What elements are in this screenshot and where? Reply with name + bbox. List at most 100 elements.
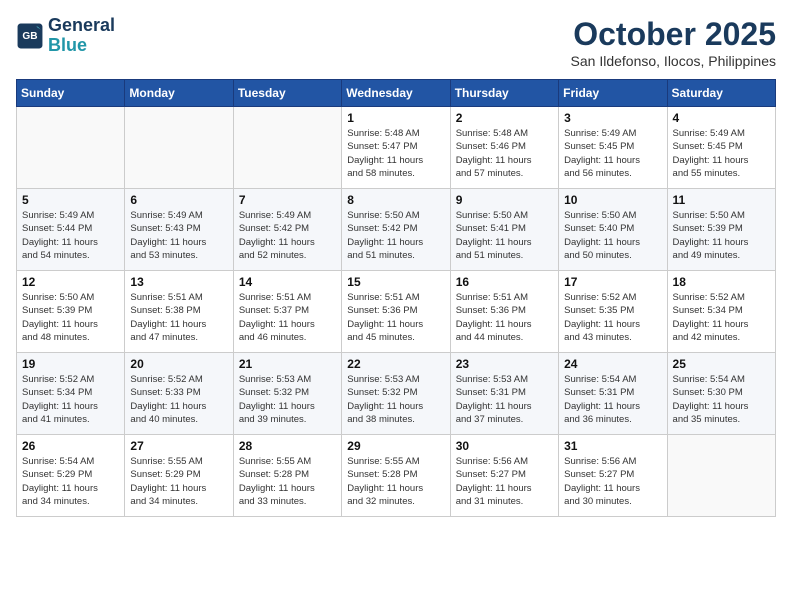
calendar-cell: 28 Sunrise: 5:55 AM Sunset: 5:28 PM Dayli…: [233, 435, 341, 517]
weekday-header: Monday: [125, 80, 233, 107]
calendar-cell: 8Sunrise: 5:50 AM Sunset: 5:42 PM Daylig…: [342, 189, 450, 271]
day-info: Sunrise: 5:50 AM Sunset: 5:39 PM Dayligh…: [673, 209, 770, 262]
day-info: Sunrise: 5:49 AM Sunset: 5:43 PM Dayligh…: [130, 209, 227, 262]
calendar-cell: 10Sunrise: 5:50 AM Sunset: 5:40 PM Dayli…: [559, 189, 667, 271]
calendar-cell: [667, 435, 775, 517]
day-info: Sunrise: 5:53 AM Sunset: 5:32 PM Dayligh…: [347, 373, 444, 426]
day-number: 24: [564, 357, 661, 371]
calendar-week-row: 5Sunrise: 5:49 AM Sunset: 5:44 PM Daylig…: [17, 189, 776, 271]
day-number: 16: [456, 275, 553, 289]
calendar-week-row: 12 Sunrise: 5:50 AM Sunset: 5:39 PM Dayli…: [17, 271, 776, 353]
weekday-header: Friday: [559, 80, 667, 107]
day-info: Sunrise: 5:49 AM Sunset: 5:42 PM Dayligh…: [239, 209, 336, 262]
day-number: 5: [22, 193, 119, 207]
day-number: 9: [456, 193, 553, 207]
day-info: Sunrise: 5:54 AM Sunset: 5:31 PM Dayligh…: [564, 373, 661, 426]
calendar-cell: 13 Sunrise: 5:51 AM Sunset: 5:38 PM Dayli…: [125, 271, 233, 353]
day-info: Sunrise: 5:49 AM Sunset: 5:45 PM Dayligh…: [564, 127, 661, 180]
day-number: 15: [347, 275, 444, 289]
calendar-cell: 9 Sunrise: 5:50 AM Sunset: 5:41 PM Daylig…: [450, 189, 558, 271]
calendar-cell: 11 Sunrise: 5:50 AM Sunset: 5:39 PM Dayli…: [667, 189, 775, 271]
calendar-cell: 16 Sunrise: 5:51 AM Sunset: 5:36 PM Dayli…: [450, 271, 558, 353]
day-number: 14: [239, 275, 336, 289]
calendar-cell: 22 Sunrise: 5:53 AM Sunset: 5:32 PM Dayli…: [342, 353, 450, 435]
day-info: Sunrise: 5:51 AM Sunset: 5:36 PM Dayligh…: [456, 291, 553, 344]
day-number: 29: [347, 439, 444, 453]
day-info: Sunrise: 5:48 AM Sunset: 5:46 PM Dayligh…: [456, 127, 553, 180]
day-number: 13: [130, 275, 227, 289]
day-number: 22: [347, 357, 444, 371]
day-number: 21: [239, 357, 336, 371]
calendar-cell: 31 Sunrise: 5:56 AM Sunset: 5:27 PM Dayli…: [559, 435, 667, 517]
location-subtitle: San Ildefonso, Ilocos, Philippines: [571, 53, 776, 69]
calendar-cell: 2 Sunrise: 5:48 AM Sunset: 5:46 PM Daylig…: [450, 107, 558, 189]
calendar-cell: [233, 107, 341, 189]
day-number: 2: [456, 111, 553, 125]
weekday-header: Sunday: [17, 80, 125, 107]
month-title: October 2025: [571, 16, 776, 53]
day-number: 30: [456, 439, 553, 453]
day-number: 20: [130, 357, 227, 371]
page-header: GB General Blue October 2025 San Ildefon…: [16, 16, 776, 69]
day-info: Sunrise: 5:55 AM Sunset: 5:28 PM Dayligh…: [347, 455, 444, 508]
day-info: Sunrise: 5:51 AM Sunset: 5:37 PM Dayligh…: [239, 291, 336, 344]
calendar-cell: 19Sunrise: 5:52 AM Sunset: 5:34 PM Dayli…: [17, 353, 125, 435]
day-info: Sunrise: 5:54 AM Sunset: 5:29 PM Dayligh…: [22, 455, 119, 508]
day-number: 17: [564, 275, 661, 289]
calendar-cell: 4 Sunrise: 5:49 AM Sunset: 5:45 PM Daylig…: [667, 107, 775, 189]
day-number: 12: [22, 275, 119, 289]
day-number: 25: [673, 357, 770, 371]
calendar-week-row: 1Sunrise: 5:48 AM Sunset: 5:47 PM Daylig…: [17, 107, 776, 189]
day-info: Sunrise: 5:54 AM Sunset: 5:30 PM Dayligh…: [673, 373, 770, 426]
day-info: Sunrise: 5:55 AM Sunset: 5:28 PM Dayligh…: [239, 455, 336, 508]
calendar-cell: [125, 107, 233, 189]
calendar-cell: 5Sunrise: 5:49 AM Sunset: 5:44 PM Daylig…: [17, 189, 125, 271]
calendar-cell: 26 Sunrise: 5:54 AM Sunset: 5:29 PM Dayli…: [17, 435, 125, 517]
day-info: Sunrise: 5:50 AM Sunset: 5:41 PM Dayligh…: [456, 209, 553, 262]
day-number: 18: [673, 275, 770, 289]
calendar-week-row: 26 Sunrise: 5:54 AM Sunset: 5:29 PM Dayli…: [17, 435, 776, 517]
day-number: 19: [22, 357, 119, 371]
weekday-header: Wednesday: [342, 80, 450, 107]
day-number: 27: [130, 439, 227, 453]
day-info: Sunrise: 5:51 AM Sunset: 5:38 PM Dayligh…: [130, 291, 227, 344]
day-info: Sunrise: 5:52 AM Sunset: 5:33 PM Dayligh…: [130, 373, 227, 426]
day-number: 10: [564, 193, 661, 207]
calendar-cell: [17, 107, 125, 189]
day-info: Sunrise: 5:48 AM Sunset: 5:47 PM Dayligh…: [347, 127, 444, 180]
weekday-header: Thursday: [450, 80, 558, 107]
logo: GB General Blue: [16, 16, 115, 56]
day-info: Sunrise: 5:56 AM Sunset: 5:27 PM Dayligh…: [456, 455, 553, 508]
logo-text: General Blue: [48, 16, 115, 56]
day-info: Sunrise: 5:50 AM Sunset: 5:39 PM Dayligh…: [22, 291, 119, 344]
calendar-cell: 29 Sunrise: 5:55 AM Sunset: 5:28 PM Dayli…: [342, 435, 450, 517]
calendar-table: SundayMondayTuesdayWednesdayThursdayFrid…: [16, 79, 776, 517]
calendar-cell: 20 Sunrise: 5:52 AM Sunset: 5:33 PM Dayli…: [125, 353, 233, 435]
day-number: 31: [564, 439, 661, 453]
calendar-cell: 1Sunrise: 5:48 AM Sunset: 5:47 PM Daylig…: [342, 107, 450, 189]
calendar-cell: 18 Sunrise: 5:52 AM Sunset: 5:34 PM Dayli…: [667, 271, 775, 353]
day-info: Sunrise: 5:55 AM Sunset: 5:29 PM Dayligh…: [130, 455, 227, 508]
day-info: Sunrise: 5:56 AM Sunset: 5:27 PM Dayligh…: [564, 455, 661, 508]
day-info: Sunrise: 5:52 AM Sunset: 5:34 PM Dayligh…: [673, 291, 770, 344]
calendar-cell: 24 Sunrise: 5:54 AM Sunset: 5:31 PM Dayli…: [559, 353, 667, 435]
day-number: 28: [239, 439, 336, 453]
day-number: 23: [456, 357, 553, 371]
day-info: Sunrise: 5:53 AM Sunset: 5:32 PM Dayligh…: [239, 373, 336, 426]
day-number: 26: [22, 439, 119, 453]
day-info: Sunrise: 5:49 AM Sunset: 5:45 PM Dayligh…: [673, 127, 770, 180]
logo-icon: GB: [16, 22, 44, 50]
weekday-header: Saturday: [667, 80, 775, 107]
day-number: 11: [673, 193, 770, 207]
day-number: 3: [564, 111, 661, 125]
day-number: 6: [130, 193, 227, 207]
day-number: 4: [673, 111, 770, 125]
calendar-cell: 25 Sunrise: 5:54 AM Sunset: 5:30 PM Dayli…: [667, 353, 775, 435]
calendar-cell: 14 Sunrise: 5:51 AM Sunset: 5:37 PM Dayli…: [233, 271, 341, 353]
calendar-cell: 3 Sunrise: 5:49 AM Sunset: 5:45 PM Daylig…: [559, 107, 667, 189]
calendar-cell: 17Sunrise: 5:52 AM Sunset: 5:35 PM Dayli…: [559, 271, 667, 353]
calendar-cell: 21 Sunrise: 5:53 AM Sunset: 5:32 PM Dayli…: [233, 353, 341, 435]
weekday-header-row: SundayMondayTuesdayWednesdayThursdayFrid…: [17, 80, 776, 107]
day-number: 7: [239, 193, 336, 207]
calendar-cell: 6 Sunrise: 5:49 AM Sunset: 5:43 PM Daylig…: [125, 189, 233, 271]
